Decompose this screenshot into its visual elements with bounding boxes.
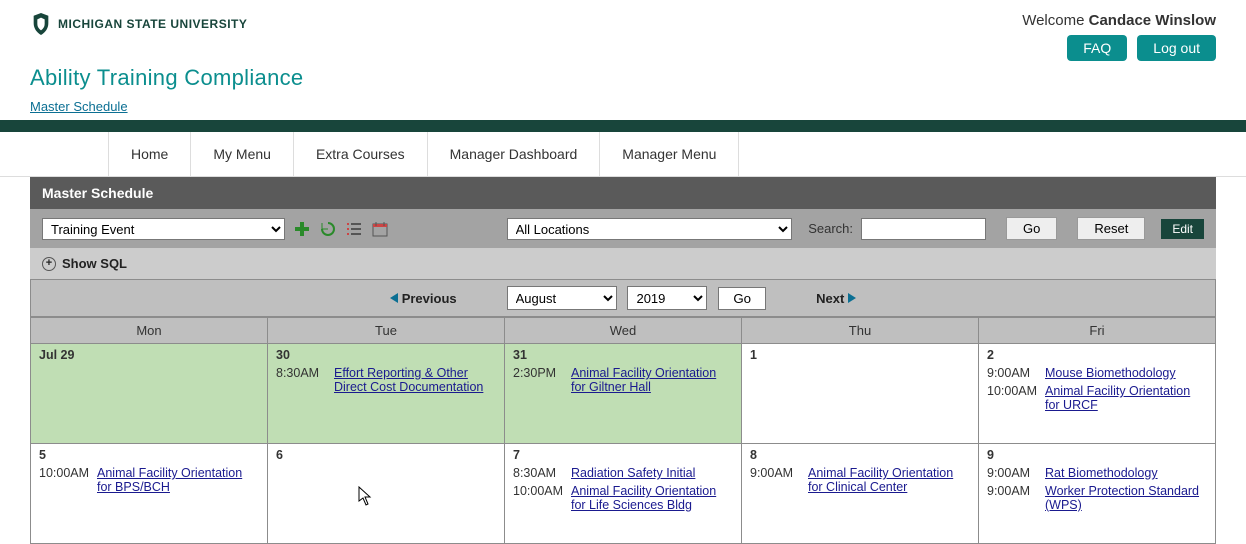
col-wed: Wed xyxy=(505,318,742,344)
col-mon: Mon xyxy=(31,318,268,344)
search-input[interactable] xyxy=(861,218,986,240)
calendar-icon[interactable] xyxy=(371,219,389,239)
logout-button[interactable]: Log out xyxy=(1137,35,1216,61)
event-time: 10:00AM xyxy=(39,466,91,480)
col-thu: Thu xyxy=(742,318,979,344)
event-time: 8:30AM xyxy=(276,366,328,380)
event-time: 9:00AM xyxy=(987,466,1039,480)
next-link[interactable]: Next xyxy=(816,291,856,306)
faq-button[interactable]: FAQ xyxy=(1067,35,1127,61)
col-fri: Fri xyxy=(979,318,1216,344)
divider-bar xyxy=(0,120,1246,132)
event-time: 9:00AM xyxy=(750,466,802,480)
col-tue: Tue xyxy=(268,318,505,344)
toolbar: Training Event All Locations Search: Go … xyxy=(30,209,1216,248)
nav-manager-dashboard[interactable]: Manager Dashboard xyxy=(428,132,601,176)
event-time: 8:30AM xyxy=(513,466,565,480)
go-button[interactable]: Go xyxy=(1006,217,1057,240)
app-title: Ability Training Compliance xyxy=(0,63,1246,99)
event-link[interactable]: Mouse Biomethodology xyxy=(1045,366,1176,380)
event-link[interactable]: Worker Protection Standard (WPS) xyxy=(1045,484,1207,512)
chevron-left-icon xyxy=(390,293,398,303)
search-label: Search: xyxy=(808,221,853,236)
main-nav: Home My Menu Extra Courses Manager Dashb… xyxy=(0,132,1246,177)
cal-cell[interactable]: 6 xyxy=(268,444,505,544)
event-time: 9:00AM xyxy=(987,366,1039,380)
event-time: 9:00AM xyxy=(987,484,1039,498)
event-link[interactable]: Radiation Safety Initial xyxy=(571,466,695,480)
cal-cell[interactable]: 7 8:30AM Radiation Safety Initial 10:00A… xyxy=(505,444,742,544)
cal-date: Jul 29 xyxy=(39,348,259,362)
cal-cell[interactable]: 30 8:30AM Effort Reporting & Other Direc… xyxy=(268,344,505,444)
cal-cell[interactable]: 1 xyxy=(742,344,979,444)
cal-cell[interactable]: 8 9:00AM Animal Facility Orientation for… xyxy=(742,444,979,544)
nav-my-menu[interactable]: My Menu xyxy=(191,132,294,176)
welcome-text: Welcome Candace Winslow xyxy=(1022,12,1216,29)
cal-date: 30 xyxy=(276,348,496,362)
add-icon[interactable] xyxy=(293,219,311,239)
cal-cell[interactable]: 2 9:00AM Mouse Biomethodology 10:00AM An… xyxy=(979,344,1216,444)
cal-date: 8 xyxy=(750,448,970,462)
event-type-select[interactable]: Training Event xyxy=(42,218,285,240)
event-link[interactable]: Animal Facility Orientation for BPS/BCH xyxy=(97,466,259,494)
cal-date: 1 xyxy=(750,348,970,362)
cal-cell[interactable]: 5 10:00AM Animal Facility Orientation fo… xyxy=(31,444,268,544)
event-time: 10:00AM xyxy=(513,484,565,498)
reset-button[interactable]: Reset xyxy=(1077,217,1145,240)
nav-extra-courses[interactable]: Extra Courses xyxy=(294,132,428,176)
event-link[interactable]: Animal Facility Orientation for Life Sci… xyxy=(571,484,733,512)
calendar-go-button[interactable]: Go xyxy=(718,287,766,310)
cal-cell[interactable]: 9 9:00AM Rat Biomethodology 9:00AM Worke… xyxy=(979,444,1216,544)
calendar-nav: Previous August 2019 Go Next xyxy=(30,279,1216,317)
spartan-helmet-icon xyxy=(30,12,52,36)
show-sql-toggle[interactable]: + Show SQL xyxy=(30,248,1216,279)
event-link[interactable]: Rat Biomethodology xyxy=(1045,466,1158,480)
year-select[interactable]: 2019 xyxy=(627,286,707,310)
nav-manager-menu[interactable]: Manager Menu xyxy=(600,132,739,176)
cal-date: 7 xyxy=(513,448,733,462)
location-select[interactable]: All Locations xyxy=(507,218,793,240)
event-link[interactable]: Animal Facility Orientation for Giltner … xyxy=(571,366,733,394)
university-logo: MICHIGAN STATE UNIVERSITY xyxy=(30,12,247,36)
refresh-icon[interactable] xyxy=(319,219,337,239)
event-link[interactable]: Animal Facility Orientation for URCF xyxy=(1045,384,1207,412)
list-icon[interactable] xyxy=(345,219,363,239)
event-link[interactable]: Animal Facility Orientation for Clinical… xyxy=(808,466,970,494)
breadcrumb-link[interactable]: Master Schedule xyxy=(30,99,128,114)
cal-cell[interactable]: Jul 29 xyxy=(31,344,268,444)
edit-button[interactable]: Edit xyxy=(1161,219,1204,239)
cal-date: 5 xyxy=(39,448,259,462)
cal-date: 6 xyxy=(276,448,496,462)
chevron-right-icon xyxy=(848,293,856,303)
cal-date: 9 xyxy=(987,448,1207,462)
nav-home[interactable]: Home xyxy=(108,132,191,176)
event-time: 2:30PM xyxy=(513,366,565,380)
cal-date: 2 xyxy=(987,348,1207,362)
expand-icon: + xyxy=(42,257,56,271)
month-select[interactable]: August xyxy=(507,286,617,310)
panel-title: Master Schedule xyxy=(30,177,1216,209)
event-link[interactable]: Effort Reporting & Other Direct Cost Doc… xyxy=(334,366,496,394)
event-time: 10:00AM xyxy=(987,384,1039,398)
cal-date: 31 xyxy=(513,348,733,362)
cal-cell[interactable]: 31 2:30PM Animal Facility Orientation fo… xyxy=(505,344,742,444)
university-name: MICHIGAN STATE UNIVERSITY xyxy=(58,17,247,31)
breadcrumb: Master Schedule xyxy=(0,99,1246,120)
calendar-table: Mon Tue Wed Thu Fri Jul 29 30 8:30AM Eff… xyxy=(30,317,1216,544)
prev-link[interactable]: Previous xyxy=(390,291,457,306)
